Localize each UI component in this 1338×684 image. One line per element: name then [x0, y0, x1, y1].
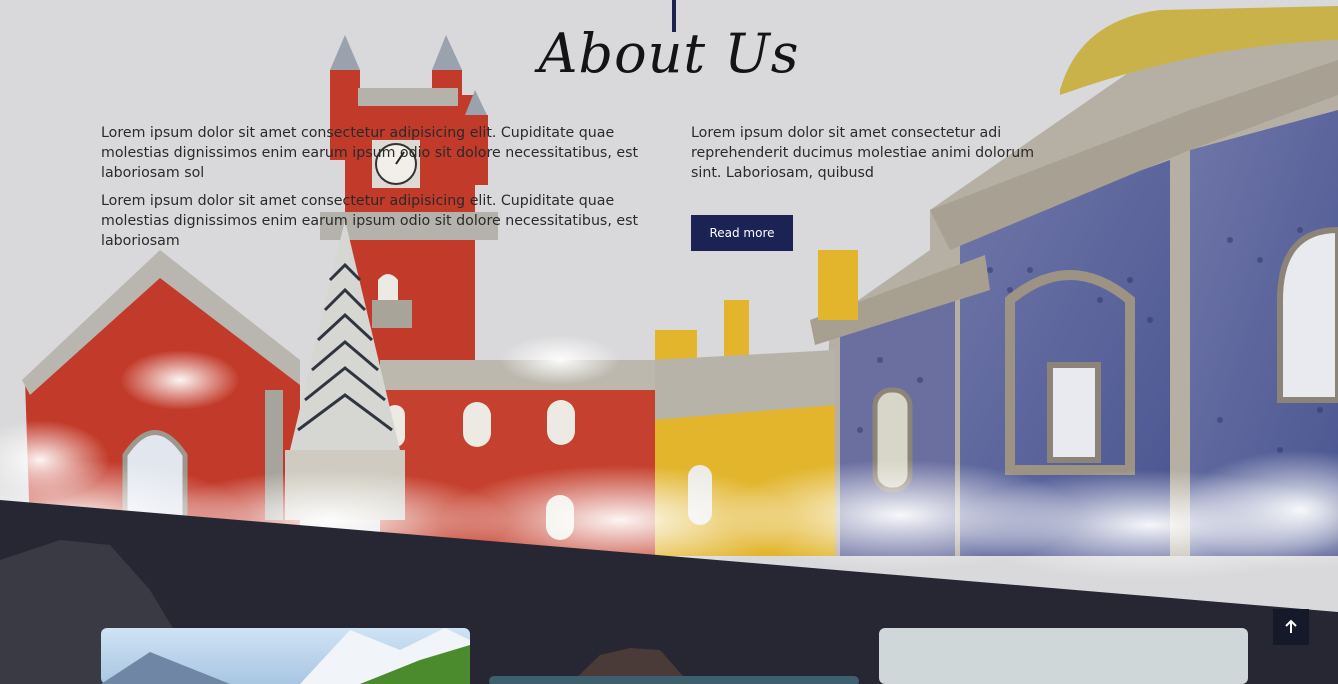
intro-paragraph-1: Lorem ipsum dolor sit amet consectetur a… — [101, 125, 639, 181]
intro-paragraph-3: Lorem ipsum dolor sit amet consectetur a… — [691, 125, 1035, 181]
section-title: About Us — [538, 22, 800, 85]
gallery-card-3[interactable] — [879, 628, 1248, 684]
read-more-button[interactable]: Read more — [691, 215, 793, 251]
gallery-card-1[interactable] — [101, 628, 470, 684]
palace-illustration — [0, 6, 1338, 684]
gallery-card-2[interactable] — [489, 676, 859, 684]
about-section: About Us Lorem ipsum dolor sit amet cons… — [0, 0, 1338, 684]
arrow-up-icon — [1285, 619, 1297, 633]
intro-paragraph-2: Lorem ipsum dolor sit amet consectetur a… — [101, 193, 639, 249]
scroll-top-button[interactable] — [1273, 609, 1309, 645]
